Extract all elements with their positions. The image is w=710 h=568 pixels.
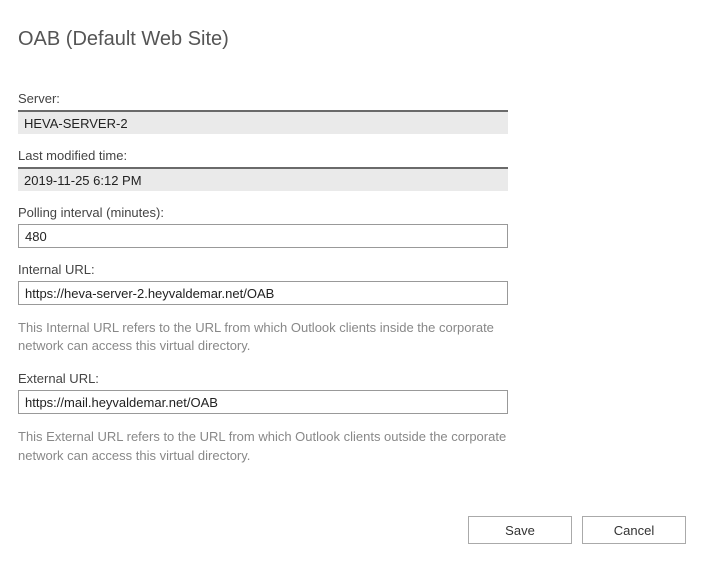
internal-url-help: This Internal URL refers to the URL from…: [18, 319, 508, 355]
external-url-label: External URL:: [18, 371, 692, 386]
cancel-button[interactable]: Cancel: [582, 516, 686, 544]
internal-url-label: Internal URL:: [18, 262, 692, 277]
save-button[interactable]: Save: [468, 516, 572, 544]
button-bar: Save Cancel: [468, 516, 686, 544]
polling-interval-label: Polling interval (minutes):: [18, 205, 692, 220]
last-modified-value: 2019-11-25 6:12 PM: [18, 167, 508, 191]
external-url-help: This External URL refers to the URL from…: [18, 428, 508, 464]
external-url-input[interactable]: [18, 390, 508, 414]
dialog-content: OAB (Default Web Site) Server: HEVA-SERV…: [0, 0, 710, 499]
internal-url-input[interactable]: [18, 281, 508, 305]
page-title: OAB (Default Web Site): [18, 28, 692, 51]
last-modified-label: Last modified time:: [18, 148, 692, 163]
server-label: Server:: [18, 91, 692, 106]
server-value: HEVA-SERVER-2: [18, 110, 508, 134]
polling-interval-input[interactable]: [18, 224, 508, 248]
